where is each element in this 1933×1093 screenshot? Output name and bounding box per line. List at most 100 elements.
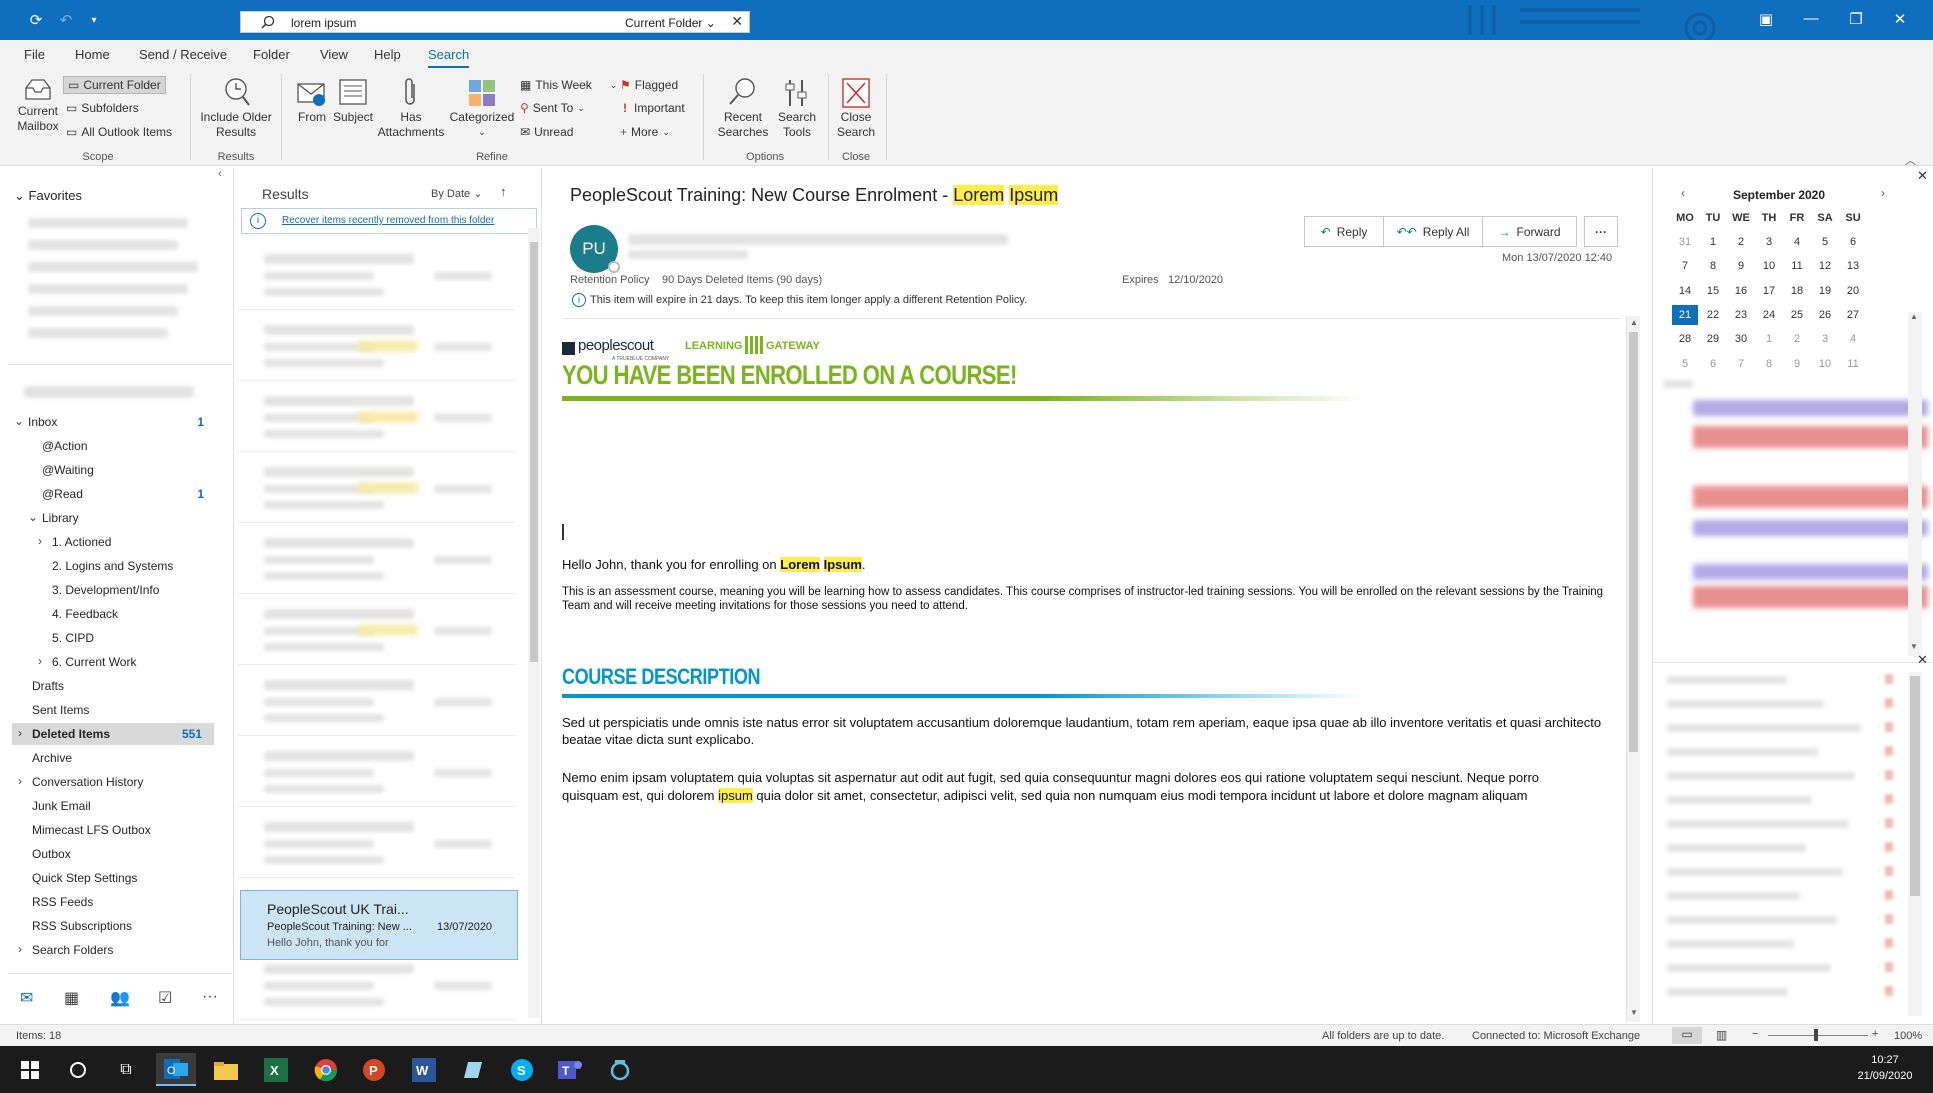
folder-item[interactable]: Mimecast LFS Outbox (12, 819, 214, 841)
folder-item[interactable]: › Deleted Items 551 (12, 723, 214, 745)
scroll-up-icon[interactable]: ▲ (1910, 312, 1918, 321)
prev-month-icon[interactable]: ‹ (1681, 186, 1685, 200)
excel-icon[interactable]: X (256, 1053, 296, 1086)
scrollbar-thumb[interactable] (1910, 676, 1920, 896)
windows-start-icon[interactable] (10, 1053, 50, 1086)
all-outlook-items-button[interactable]: ▭ All Outlook Items (66, 125, 172, 139)
message-item[interactable] (238, 382, 516, 452)
normal-view-icon[interactable]: ▭ (1672, 1027, 1702, 1044)
flagged-button[interactable]: ⚑ Flagged (620, 78, 678, 92)
chevron-right-icon[interactable]: › (18, 774, 22, 788)
close-search-button[interactable]: Close Search (834, 76, 878, 140)
ribbon-display-icon[interactable]: ▣ (1748, 10, 1784, 28)
folder-item[interactable]: RSS Subscriptions (12, 915, 214, 937)
taskbar-time[interactable]: 10:27 (1850, 1054, 1920, 1066)
calendar-day[interactable]: 9 (1728, 256, 1754, 276)
chevron-right-icon[interactable]: › (18, 726, 22, 740)
reply-button[interactable]: ↶ Reply (1304, 216, 1384, 247)
tab-send-receive[interactable]: Send / Receive (139, 47, 227, 62)
reply-all-button[interactable]: ↶↶ Reply All (1383, 216, 1483, 247)
scrollbar-thumb[interactable] (1629, 332, 1638, 752)
calendar-day[interactable]: 7 (1672, 256, 1698, 276)
search-query[interactable]: lorem ipsum (291, 16, 356, 30)
calendar-day[interactable]: 3 (1812, 329, 1838, 349)
selected-message-item[interactable]: PeopleScout UK Trai... PeopleScout Train… (240, 890, 518, 960)
calendar-day[interactable]: 31 (1672, 232, 1698, 252)
folder-item[interactable]: Quick Step Settings (12, 867, 214, 889)
tab-folder[interactable]: Folder (253, 47, 290, 62)
folder-item[interactable]: 5. CIPD (12, 627, 214, 649)
collapse-pane-icon[interactable]: ‹ (218, 168, 222, 180)
calendar-day[interactable]: 13 (1840, 256, 1866, 276)
folder-item[interactable]: Archive (12, 747, 214, 769)
outlook-taskbar-icon[interactable]: O (156, 1053, 196, 1086)
favorites-header[interactable]: ⌄ Favorites (14, 188, 82, 204)
qat-customize-icon[interactable]: ▾ (82, 8, 106, 32)
message-item[interactable] (238, 240, 516, 310)
sync-icon[interactable]: ⟳ (24, 8, 48, 32)
folder-item[interactable]: RSS Feeds (12, 891, 214, 913)
this-week-button[interactable]: ▦ This Week ⌄ (520, 78, 617, 92)
scroll-up-icon[interactable]: ▲ (1630, 318, 1638, 327)
calendar-day[interactable]: 25 (1784, 305, 1810, 325)
calendar-day[interactable]: 6 (1700, 354, 1726, 374)
calendar-day[interactable]: 20 (1840, 281, 1866, 301)
cortana-icon[interactable] (58, 1053, 98, 1086)
calendar-day[interactable]: 8 (1756, 354, 1782, 374)
chevron-down-icon[interactable]: ⌄ (28, 510, 38, 524)
calendar-day[interactable]: 6 (1840, 232, 1866, 252)
tab-help[interactable]: Help (374, 47, 401, 62)
folder-item[interactable]: › Conversation History (12, 771, 214, 793)
sort-dropdown[interactable]: By Date ⌄ (431, 187, 482, 200)
calendar-day[interactable]: 10 (1812, 354, 1838, 374)
tab-home[interactable]: Home (75, 47, 110, 62)
next-month-icon[interactable]: › (1881, 186, 1885, 200)
zoom-in-icon[interactable]: + (1872, 1028, 1878, 1040)
calendar-day[interactable]: 19 (1812, 281, 1838, 301)
calendar-day[interactable]: 4 (1784, 232, 1810, 252)
close-calendar-icon[interactable]: ✕ (1917, 168, 1928, 184)
task-view-icon[interactable]: ⧉ (106, 1053, 146, 1086)
clear-search-icon[interactable]: ✕ (731, 13, 743, 30)
folder-item[interactable]: 4. Feedback (12, 603, 214, 625)
calendar-day[interactable]: 18 (1784, 281, 1810, 301)
calendar-day[interactable]: 11 (1840, 354, 1866, 374)
calendar-day[interactable]: 26 (1812, 305, 1838, 325)
calendar-day[interactable]: 23 (1728, 305, 1754, 325)
current-folder-button[interactable]: ▭ Current Folder (63, 76, 166, 94)
calendar-day[interactable]: 2 (1784, 329, 1810, 349)
calendar-day[interactable]: 17 (1756, 281, 1782, 301)
folder-item[interactable]: ⌄ Library (12, 507, 214, 529)
zoom-out-icon[interactable]: − (1752, 1028, 1758, 1040)
tab-view[interactable]: View (320, 47, 348, 62)
current-mailbox-button[interactable]: Current Mailbox (16, 76, 60, 134)
scroll-down-icon[interactable]: ▼ (1630, 1008, 1638, 1017)
forward-button[interactable]: → Forward (1482, 216, 1577, 247)
folder-item[interactable]: 3. Development/Info (12, 579, 214, 601)
scrollbar-thumb[interactable] (530, 242, 538, 662)
tab-file[interactable]: File (24, 47, 45, 62)
message-item[interactable] (238, 453, 516, 523)
reading-view-icon[interactable]: ▥ (1716, 1028, 1727, 1042)
powerpoint-icon[interactable]: P (354, 1053, 394, 1086)
include-older-results-button[interactable]: Include Older Results (198, 76, 274, 140)
taskbar-date[interactable]: 21/09/2020 (1850, 1070, 1920, 1082)
folder-item[interactable]: Outbox (12, 843, 214, 865)
calendar-day[interactable]: 10 (1756, 256, 1782, 276)
skype-icon[interactable]: S (502, 1053, 542, 1086)
list-scrollbar[interactable] (528, 228, 540, 1018)
message-item[interactable] (238, 666, 516, 736)
folder-item[interactable]: Drafts (12, 675, 214, 697)
more-apps-icon[interactable]: ··· (202, 988, 218, 1006)
calendar-day[interactable]: 3 (1756, 232, 1782, 252)
folder-item[interactable]: Junk Email (12, 795, 214, 817)
chevron-right-icon[interactable]: › (18, 942, 22, 956)
message-item[interactable] (238, 808, 516, 878)
close-window-icon[interactable]: ✕ (1882, 10, 1918, 28)
search-tools-button[interactable]: Search Tools (774, 76, 820, 140)
message-item[interactable] (238, 524, 516, 594)
restore-icon[interactable]: ❐ (1838, 10, 1874, 28)
calendar-day[interactable]: 15 (1700, 281, 1726, 301)
calendar-day[interactable]: 21 (1672, 304, 1698, 325)
calendar-day[interactable]: 7 (1728, 354, 1754, 374)
